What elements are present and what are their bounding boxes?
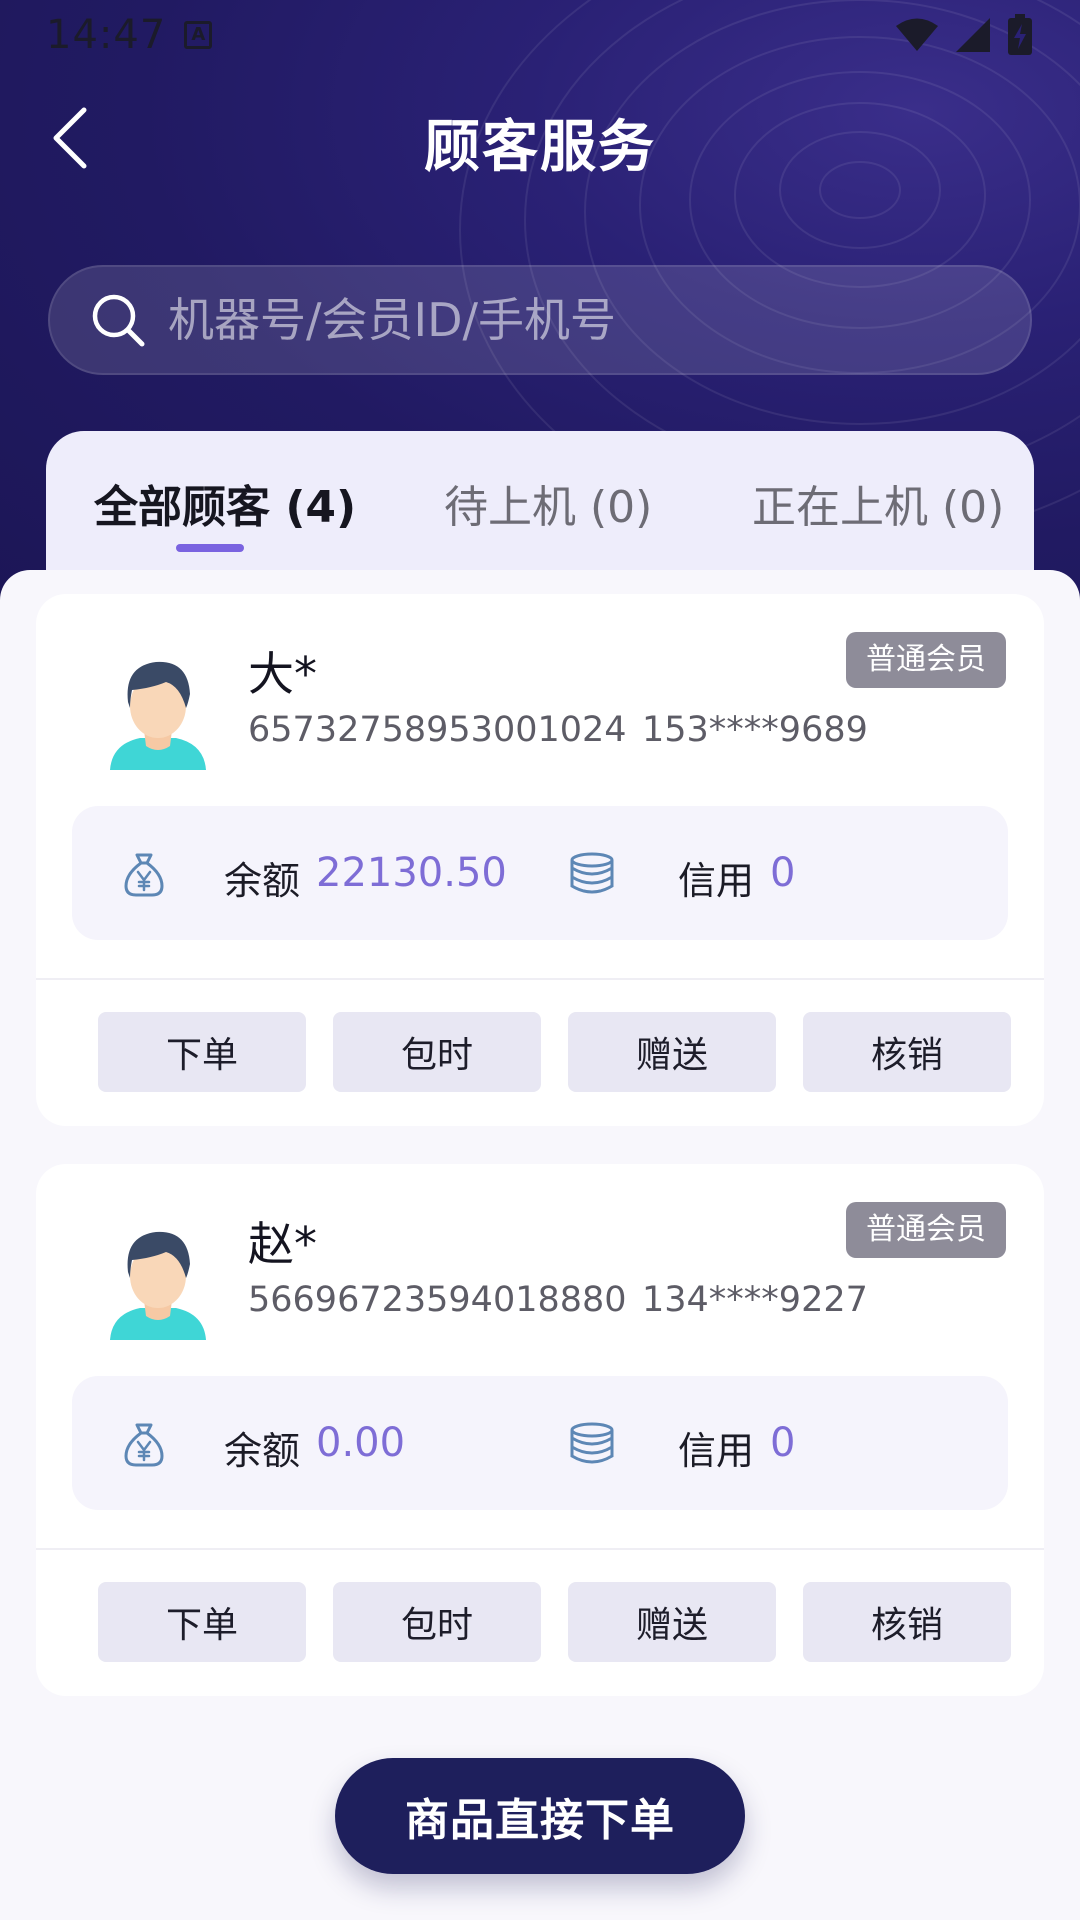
- tab-waiting[interactable]: 待上机 (0): [444, 471, 652, 535]
- tabs-bar: 全部顾客 (4) 待上机 (0) 正在上机 (0): [46, 431, 1034, 591]
- battery-icon: [1008, 14, 1032, 55]
- hourly-package-button[interactable]: 包时: [333, 1012, 541, 1092]
- balance-panel: 余额 0.00 信用 0: [72, 1376, 1008, 1510]
- tab-all-customers[interactable]: 全部顾客 (4): [94, 471, 356, 535]
- credit-value: 0: [770, 1420, 796, 1466]
- notification-a-icon: A: [184, 21, 213, 49]
- cell-signal-icon: [956, 18, 990, 52]
- balance-value: 0.00: [316, 1420, 406, 1466]
- card-divider: [36, 1548, 1044, 1550]
- search-icon: [92, 294, 145, 347]
- customer-card[interactable]: 大* 普通会员 65732758953001024 153****9689 余额…: [36, 594, 1044, 1126]
- balance-label: 余额: [224, 859, 301, 903]
- page-title: 顾客服务: [424, 115, 656, 180]
- status-time: 14:47: [46, 12, 167, 58]
- coins-stack-icon: [570, 852, 614, 894]
- phone-number: 134****9227: [642, 1280, 868, 1320]
- balance-label: 余额: [224, 1429, 301, 1473]
- wifi-icon: [896, 18, 938, 51]
- status-bar: 14:47 A: [0, 0, 1080, 70]
- member-id: 56696723594018880: [248, 1280, 627, 1320]
- credit-label: 信用: [678, 1429, 755, 1473]
- phone-number: 153****9689: [642, 710, 868, 750]
- money-bag-icon: [124, 853, 164, 897]
- gift-button[interactable]: 赠送: [568, 1582, 776, 1662]
- member-level-badge: 普通会员: [846, 632, 1006, 688]
- customer-name: 赵*: [248, 1217, 317, 1271]
- user-avatar: [110, 661, 206, 770]
- customer-card[interactable]: 赵* 普通会员 56696723594018880 134****9227 余额…: [36, 1164, 1044, 1696]
- search-box[interactable]: [48, 265, 1032, 375]
- coins-stack-icon: [570, 1422, 614, 1464]
- direct-order-button[interactable]: 商品直接下单: [335, 1758, 745, 1874]
- redeem-button[interactable]: 核销: [803, 1012, 1011, 1092]
- member-level-badge: 普通会员: [846, 1202, 1006, 1258]
- search-input[interactable]: [146, 267, 1030, 373]
- order-button[interactable]: 下单: [98, 1012, 306, 1092]
- hourly-package-button[interactable]: 包时: [333, 1582, 541, 1662]
- card-divider: [36, 978, 1044, 980]
- status-icons: [894, 14, 1034, 56]
- balance-value: 22130.50: [316, 850, 507, 896]
- tab-online[interactable]: 正在上机 (0): [752, 471, 1004, 535]
- member-id: 65732758953001024: [248, 710, 627, 750]
- active-tab-indicator: [176, 544, 244, 552]
- balance-panel: 余额 22130.50 信用 0: [72, 806, 1008, 940]
- user-avatar: [110, 1231, 206, 1340]
- money-bag-icon: [124, 1423, 164, 1467]
- credit-label: 信用: [678, 859, 755, 903]
- redeem-button[interactable]: 核销: [803, 1582, 1011, 1662]
- credit-value: 0: [770, 850, 796, 896]
- order-button[interactable]: 下单: [98, 1582, 306, 1662]
- customer-name: 大*: [248, 647, 317, 701]
- gift-button[interactable]: 赠送: [568, 1012, 776, 1092]
